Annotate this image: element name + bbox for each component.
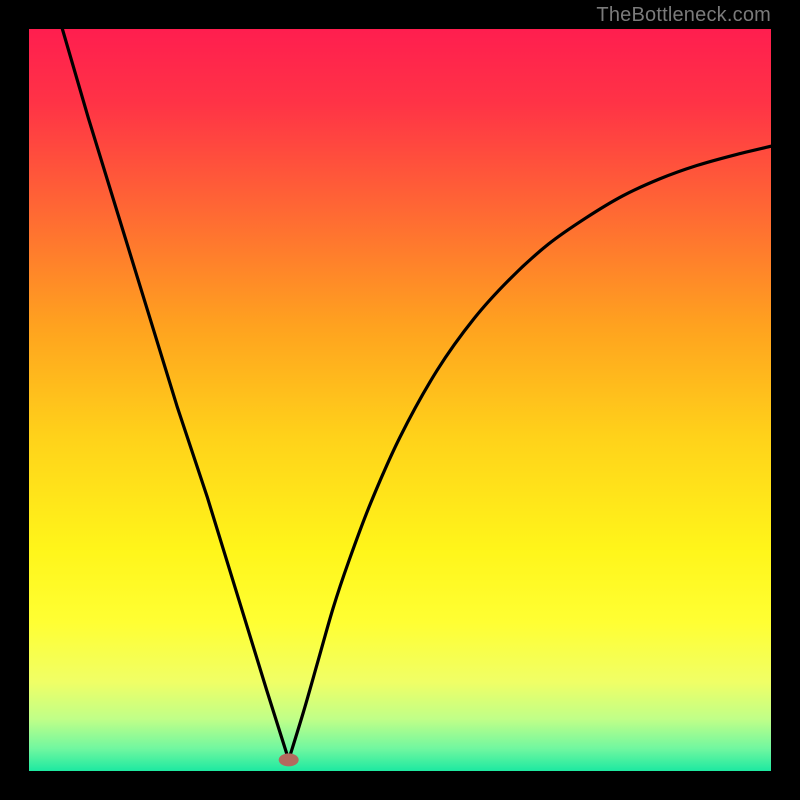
chart-svg: [29, 29, 771, 771]
gradient-background: [29, 29, 771, 771]
minimum-marker: [279, 753, 299, 766]
watermark-label: TheBottleneck.com: [596, 4, 771, 27]
chart-frame: [29, 29, 771, 771]
